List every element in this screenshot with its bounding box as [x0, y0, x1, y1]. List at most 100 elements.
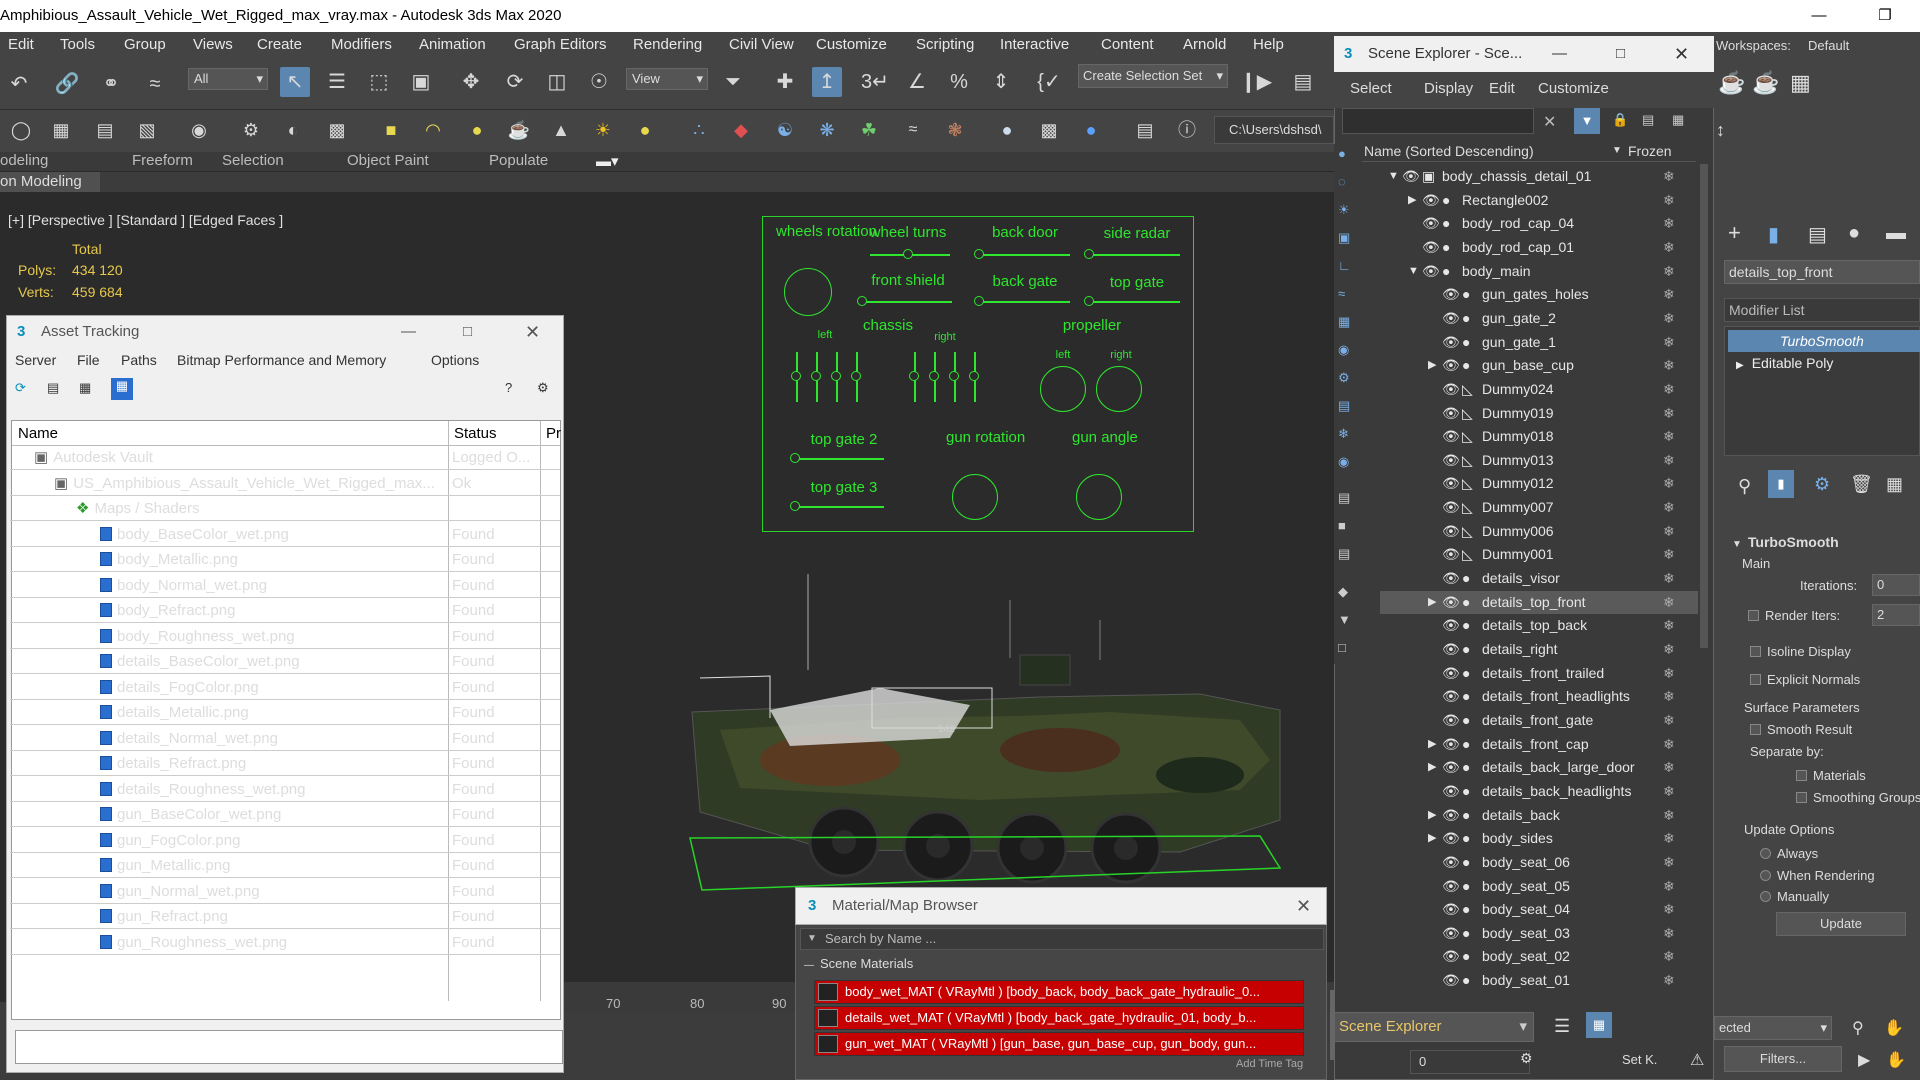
hud-top-gate-2-slider[interactable]: [796, 458, 884, 460]
freeze-icon[interactable]: ❄: [1663, 425, 1675, 448]
mirror-icon[interactable]: ❙▶: [1240, 67, 1272, 97]
material-sphere-icon[interactable]: ●: [992, 115, 1022, 145]
asset-path-field[interactable]: [15, 1030, 563, 1064]
when-rendering-radio[interactable]: When Rendering: [1760, 868, 1875, 883]
material-search-field[interactable]: ▼ Search by Name ...: [800, 928, 1324, 950]
window-crossing-icon[interactable]: ▣: [406, 67, 436, 97]
hud-chassis-knob-4[interactable]: [851, 371, 861, 381]
angle-snap-icon[interactable]: ∠: [902, 67, 932, 97]
display-bones-icon[interactable]: ⚙: [1338, 370, 1350, 386]
freeze-icon[interactable]: ❄: [1663, 685, 1675, 708]
expand-icon[interactable]: ▶: [1428, 756, 1436, 779]
dome-icon[interactable]: ◠: [418, 115, 448, 145]
update-button[interactable]: Update: [1776, 912, 1906, 936]
freeze-icon[interactable]: ❄: [1663, 496, 1675, 519]
materials-checkbox[interactable]: Materials: [1796, 768, 1866, 783]
scene-tree-item[interactable]: 👁 ◺ Dummy001 ❄: [1380, 543, 1698, 566]
hud-propeller-left-dial[interactable]: [1040, 366, 1086, 412]
scene-tree-item[interactable]: ▼ 👁 ● body_main ❄: [1380, 260, 1698, 283]
material-browser-titlebar[interactable]: 3 Material/Map Browser ✕: [795, 887, 1327, 925]
scene-tree-item[interactable]: 👁 ● gun_gate_1 ❄: [1380, 331, 1698, 354]
display-all-icon[interactable]: ▤: [1338, 490, 1350, 506]
scene-tree-item[interactable]: ▶ 👁 ● details_front_cap ❄: [1380, 733, 1698, 756]
se-search-field[interactable]: [1342, 108, 1534, 134]
asset-row[interactable]: ▣ US_Amphibious_Assault_Vehicle_Wet_Rigge…: [10, 471, 560, 496]
visibility-eye-icon[interactable]: 👁: [1442, 875, 1460, 898]
asset-tracking-titlebar[interactable]: 3 Asset Tracking — □ ✕: [7, 316, 563, 348]
freeze-icon[interactable]: ❄: [1663, 449, 1675, 472]
render-setup-icon[interactable]: ◐: [278, 115, 308, 145]
menu-graph-editors[interactable]: Graph Editors: [514, 36, 607, 53]
pin-stack-icon[interactable]: ⚲: [1738, 476, 1751, 497]
hud-front-shield-knob[interactable]: [857, 296, 867, 306]
freeze-icon[interactable]: ❄: [1663, 402, 1675, 425]
visibility-eye-icon[interactable]: 👁: [1442, 543, 1460, 566]
menu-interactive[interactable]: Interactive: [1000, 36, 1069, 53]
freeze-icon[interactable]: ❄: [1663, 614, 1675, 637]
visibility-eye-icon[interactable]: 👁: [1442, 922, 1460, 945]
scene-tree-item[interactable]: 👁 ● body_seat_04 ❄: [1380, 898, 1698, 921]
viewport-label[interactable]: [+] [Perspective ] [Standard ] [Edged Fa…: [8, 212, 283, 228]
freeze-icon[interactable]: ❄: [1663, 378, 1675, 401]
pan-icon[interactable]: ✋: [1884, 1018, 1904, 1038]
hud-wheels-rotation-dial[interactable]: [784, 268, 832, 316]
menu-server[interactable]: Server: [15, 352, 56, 368]
help-icon[interactable]: ⓘ: [1172, 115, 1202, 145]
close-icon[interactable]: ✕: [525, 316, 540, 348]
layer-explorer-icon[interactable]: ▤: [90, 115, 120, 145]
manually-radio[interactable]: Manually: [1760, 889, 1829, 904]
visibility-eye-icon[interactable]: 👁: [1442, 354, 1460, 377]
asset-row[interactable]: body_Refract.png Found: [10, 598, 560, 623]
add-time-tag[interactable]: Add Time Tag: [1236, 1058, 1303, 1070]
visibility-eye-icon[interactable]: 👁: [1442, 969, 1460, 992]
scene-explorer-icon[interactable]: ▦: [46, 115, 76, 145]
frame-spinner[interactable]: 0: [1410, 1050, 1530, 1074]
hud-gun-rotation-dial[interactable]: [952, 474, 998, 520]
scene-tree-item[interactable]: 👁 ● gun_gate_2 ❄: [1380, 307, 1698, 330]
schematic-view-icon[interactable]: ◉: [184, 115, 214, 145]
scene-tree-item[interactable]: ▶ 👁 ● Rectangle002 ❄: [1380, 189, 1698, 212]
toggle-ribbon-icon[interactable]: ◯: [6, 115, 36, 145]
menu-civil-view[interactable]: Civil View: [729, 36, 794, 53]
modifier-list-dropdown[interactable]: Modifier List: [1724, 298, 1920, 322]
key-filter-icon[interactable]: ⚠: [1690, 1050, 1704, 1070]
hud-chassis-knob-3[interactable]: [831, 371, 841, 381]
align-icon[interactable]: ▤: [1288, 67, 1318, 97]
filter-icon[interactable]: ▼: [1574, 108, 1600, 134]
freeze-icon[interactable]: ❄: [1663, 472, 1675, 495]
menu-group[interactable]: Group: [124, 36, 166, 53]
expand-icon[interactable]: ▼: [1388, 165, 1399, 188]
scene-tree-item[interactable]: 👁 ● details_front_headlights ❄: [1380, 685, 1698, 708]
scene-tree-item[interactable]: 👁 ● details_visor ❄: [1380, 567, 1698, 590]
freeze-icon[interactable]: ❄: [1663, 875, 1675, 898]
list-view-icon[interactable]: ▤: [47, 380, 59, 396]
hierarchy-icon[interactable]: ▤: [1642, 112, 1654, 128]
freeze-icon[interactable]: ❄: [1663, 922, 1675, 945]
iterations-spinner[interactable]: 0: [1872, 574, 1920, 596]
scene-tree-item[interactable]: ▶ 👁 ● body_sides ❄: [1380, 827, 1698, 850]
make-unique-icon[interactable]: ⚙: [1814, 474, 1830, 495]
menu-scripting[interactable]: Scripting: [916, 36, 974, 53]
scene-tree-item[interactable]: ▶ 👁 ● gun_base_cup ❄: [1380, 354, 1698, 377]
visibility-eye-icon[interactable]: 👁: [1442, 567, 1460, 590]
stack-item-editable-poly[interactable]: ▶ Editable Poly: [1728, 352, 1920, 374]
selection-set-dropdown[interactable]: Create Selection Set ▾: [1078, 64, 1228, 88]
refresh-icon[interactable]: ⟳: [15, 380, 26, 396]
orbit-icon[interactable]: ▶: [1858, 1050, 1870, 1070]
biped-icon[interactable]: ☯: [770, 115, 800, 145]
snap-icon[interactable]: 3↵: [860, 67, 890, 97]
display-geometry-icon[interactable]: ●: [1338, 146, 1346, 161]
scene-tree-item[interactable]: 👁 ◺ Dummy006 ❄: [1380, 520, 1698, 543]
freeze-icon[interactable]: ❄: [1663, 945, 1675, 968]
bind-spacewarp-icon[interactable]: ≈: [140, 69, 170, 99]
layers-icon[interactable]: ☰: [1554, 1016, 1570, 1037]
filter-funnel-icon[interactable]: ▼: [1338, 612, 1351, 627]
close-icon[interactable]: ✕: [1674, 36, 1689, 72]
scene-tree-item[interactable]: 👁 ● details_back_headlights ❄: [1380, 780, 1698, 803]
scene-tree-item[interactable]: 👁 ◺ Dummy013 ❄: [1380, 449, 1698, 472]
col-pr[interactable]: Pr: [546, 421, 561, 446]
expand-icon[interactable]: ▼: [1408, 260, 1419, 283]
expand-icon[interactable]: ▶: [1428, 354, 1436, 377]
se-selector[interactable]: Scene Explorer ▾: [1334, 1012, 1534, 1042]
hud-propeller-right-dial[interactable]: [1096, 366, 1142, 412]
